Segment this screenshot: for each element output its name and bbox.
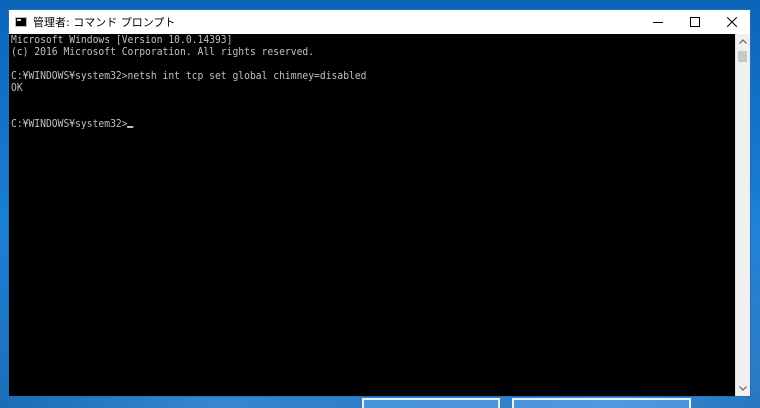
window-title: 管理者: コマンド プロンプト <box>33 16 176 29</box>
scroll-down-button[interactable] <box>736 381 750 396</box>
console-prompt: C:¥WINDOWS¥system32> <box>11 117 128 130</box>
console-output[interactable]: Microsoft Windows [Version 10.0.14393] (… <box>9 34 736 396</box>
scroll-down-arrow-icon <box>739 386 747 391</box>
console-line-copyright: (c) 2016 Microsoft Corporation. All righ… <box>11 45 315 58</box>
console-app-icon[interactable] <box>15 17 27 27</box>
vertical-scrollbar[interactable] <box>735 34 750 396</box>
taskbar-tile-left <box>362 398 500 408</box>
minimize-button[interactable] <box>639 10 676 34</box>
close-button[interactable] <box>713 10 750 34</box>
close-icon <box>726 17 737 27</box>
window-controls <box>639 10 750 34</box>
scroll-up-button[interactable] <box>736 34 750 49</box>
taskbar-tile-right <box>512 398 691 408</box>
console-prompt-line[interactable]: C:¥WINDOWS¥system32> <box>11 118 134 130</box>
maximize-button[interactable] <box>676 10 713 34</box>
maximize-icon <box>689 17 700 27</box>
command-prompt-window[interactable]: 管理者: コマンド プロンプト Microsoft Windows [Versi… <box>8 9 751 397</box>
console-line-result: OK <box>11 81 23 94</box>
scroll-thumb[interactable] <box>738 51 747 62</box>
console-line-command: C:¥WINDOWS¥system32>netsh int tcp set gl… <box>11 69 367 82</box>
text-cursor <box>127 126 134 128</box>
scroll-up-arrow-icon <box>739 39 747 44</box>
minimize-icon <box>652 22 663 23</box>
title-bar[interactable]: 管理者: コマンド プロンプト <box>9 10 750 34</box>
